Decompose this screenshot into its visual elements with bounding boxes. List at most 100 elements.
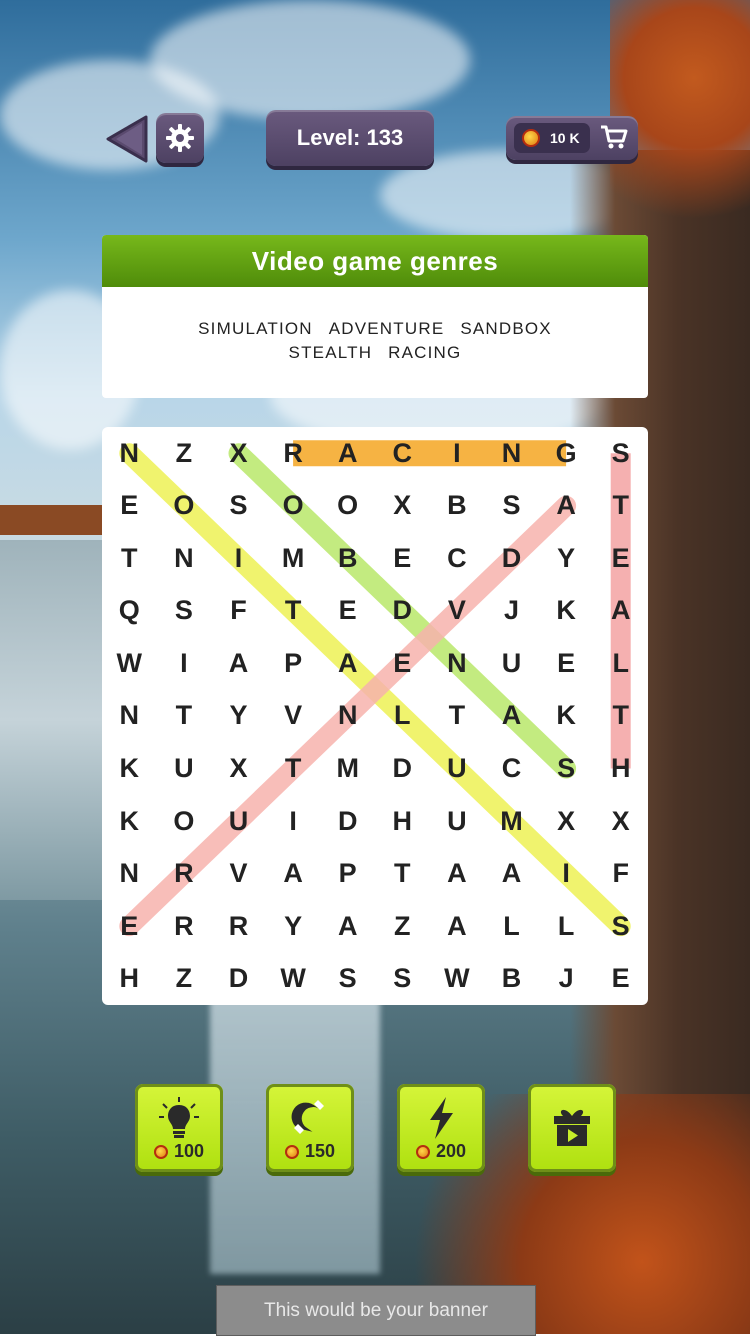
grid-letter[interactable]: S: [211, 480, 266, 533]
grid-letter[interactable]: O: [157, 480, 212, 533]
grid-letter[interactable]: L: [539, 900, 594, 953]
grid-letter[interactable]: T: [593, 690, 648, 743]
grid-letter[interactable]: P: [266, 637, 321, 690]
grid-letter[interactable]: S: [593, 900, 648, 953]
grid-letter[interactable]: A: [320, 900, 375, 953]
grid-letter[interactable]: S: [484, 480, 539, 533]
grid-letter[interactable]: D: [375, 585, 430, 638]
grid-letter[interactable]: T: [375, 847, 430, 900]
grid-letter[interactable]: A: [484, 847, 539, 900]
grid-letter[interactable]: O: [157, 795, 212, 848]
grid-letter[interactable]: F: [593, 847, 648, 900]
grid-letter[interactable]: Y: [266, 900, 321, 953]
grid-letter[interactable]: S: [375, 952, 430, 1005]
grid-letter[interactable]: R: [157, 900, 212, 953]
grid-letter[interactable]: A: [320, 637, 375, 690]
grid-letter[interactable]: U: [211, 795, 266, 848]
grid-letter[interactable]: K: [102, 742, 157, 795]
grid-letter[interactable]: N: [157, 532, 212, 585]
ad-banner[interactable]: This would be your banner: [216, 1285, 536, 1336]
grid-letter[interactable]: Y: [539, 532, 594, 585]
grid-letter[interactable]: N: [484, 427, 539, 480]
grid-letter[interactable]: X: [375, 480, 430, 533]
grid-letter[interactable]: S: [593, 427, 648, 480]
grid-letter[interactable]: H: [375, 795, 430, 848]
grid-letter[interactable]: T: [102, 532, 157, 585]
grid-letter[interactable]: I: [430, 427, 485, 480]
grid-letter[interactable]: S: [320, 952, 375, 1005]
grid-letter[interactable]: Z: [157, 952, 212, 1005]
grid-letter[interactable]: M: [266, 532, 321, 585]
grid-letter[interactable]: Z: [157, 427, 212, 480]
grid-letter[interactable]: E: [320, 585, 375, 638]
grid-letter[interactable]: E: [593, 532, 648, 585]
grid-letter[interactable]: N: [102, 847, 157, 900]
grid-letter[interactable]: R: [157, 847, 212, 900]
grid-letter[interactable]: A: [484, 690, 539, 743]
grid-letter[interactable]: A: [430, 900, 485, 953]
grid-letter[interactable]: P: [320, 847, 375, 900]
grid-letter[interactable]: V: [211, 847, 266, 900]
grid-letter[interactable]: U: [430, 795, 485, 848]
grid-letter[interactable]: D: [320, 795, 375, 848]
grid-letter[interactable]: Z: [375, 900, 430, 953]
grid-letter[interactable]: W: [266, 952, 321, 1005]
grid-letter[interactable]: L: [484, 900, 539, 953]
free-gift-video-button[interactable]: [528, 1084, 616, 1172]
grid-letter[interactable]: E: [375, 532, 430, 585]
grid-letter[interactable]: K: [539, 585, 594, 638]
grid-letter[interactable]: D: [375, 742, 430, 795]
grid-letter[interactable]: E: [102, 900, 157, 953]
grid-letter[interactable]: S: [157, 585, 212, 638]
grid-letter[interactable]: D: [484, 532, 539, 585]
grid-letter[interactable]: J: [484, 585, 539, 638]
grid-letter[interactable]: X: [539, 795, 594, 848]
grid-letter[interactable]: K: [102, 795, 157, 848]
grid-letter[interactable]: H: [102, 952, 157, 1005]
grid-letter[interactable]: Q: [102, 585, 157, 638]
grid-letter[interactable]: A: [593, 585, 648, 638]
grid-letter[interactable]: E: [593, 952, 648, 1005]
grid-letter[interactable]: N: [102, 690, 157, 743]
grid-letter[interactable]: S: [539, 742, 594, 795]
grid-letter[interactable]: X: [593, 795, 648, 848]
grid-letter[interactable]: K: [539, 690, 594, 743]
grid-letter[interactable]: T: [430, 690, 485, 743]
grid-letter[interactable]: C: [375, 427, 430, 480]
grid-letter[interactable]: C: [484, 742, 539, 795]
grid-letter[interactable]: B: [430, 480, 485, 533]
grid-letter[interactable]: R: [266, 427, 321, 480]
grid-letter[interactable]: I: [266, 795, 321, 848]
grid-letter[interactable]: B: [484, 952, 539, 1005]
grid-letter[interactable]: X: [211, 742, 266, 795]
grid-letter[interactable]: R: [211, 900, 266, 953]
grid-letter[interactable]: N: [430, 637, 485, 690]
grid-letter[interactable]: I: [211, 532, 266, 585]
grid-letter[interactable]: U: [430, 742, 485, 795]
grid-letter[interactable]: L: [593, 637, 648, 690]
grid-letter[interactable]: X: [211, 427, 266, 480]
grid-letter[interactable]: V: [430, 585, 485, 638]
grid-letter[interactable]: E: [539, 637, 594, 690]
grid-letter[interactable]: N: [320, 690, 375, 743]
grid-letter[interactable]: Y: [211, 690, 266, 743]
grid-letter[interactable]: A: [211, 637, 266, 690]
lightning-booster-button[interactable]: 200: [397, 1084, 485, 1172]
grid-letter[interactable]: A: [430, 847, 485, 900]
grid-letter[interactable]: O: [266, 480, 321, 533]
grid-letter[interactable]: B: [320, 532, 375, 585]
letter-grid[interactable]: NZXRACINGSEOSOOXBSATTNIMBECDYEQSFTEDVJKA…: [102, 427, 648, 1005]
grid-letter[interactable]: T: [266, 742, 321, 795]
grid-letter[interactable]: J: [539, 952, 594, 1005]
grid-letter[interactable]: E: [102, 480, 157, 533]
grid-letter[interactable]: I: [157, 637, 212, 690]
coin-shop-button[interactable]: 10 K: [506, 116, 638, 160]
back-button[interactable]: [104, 115, 148, 163]
grid-letter[interactable]: A: [539, 480, 594, 533]
grid-letter[interactable]: V: [266, 690, 321, 743]
grid-letter[interactable]: U: [484, 637, 539, 690]
grid-letter[interactable]: T: [593, 480, 648, 533]
grid-letter[interactable]: A: [266, 847, 321, 900]
grid-letter[interactable]: C: [430, 532, 485, 585]
magnet-booster-button[interactable]: 150: [266, 1084, 354, 1172]
